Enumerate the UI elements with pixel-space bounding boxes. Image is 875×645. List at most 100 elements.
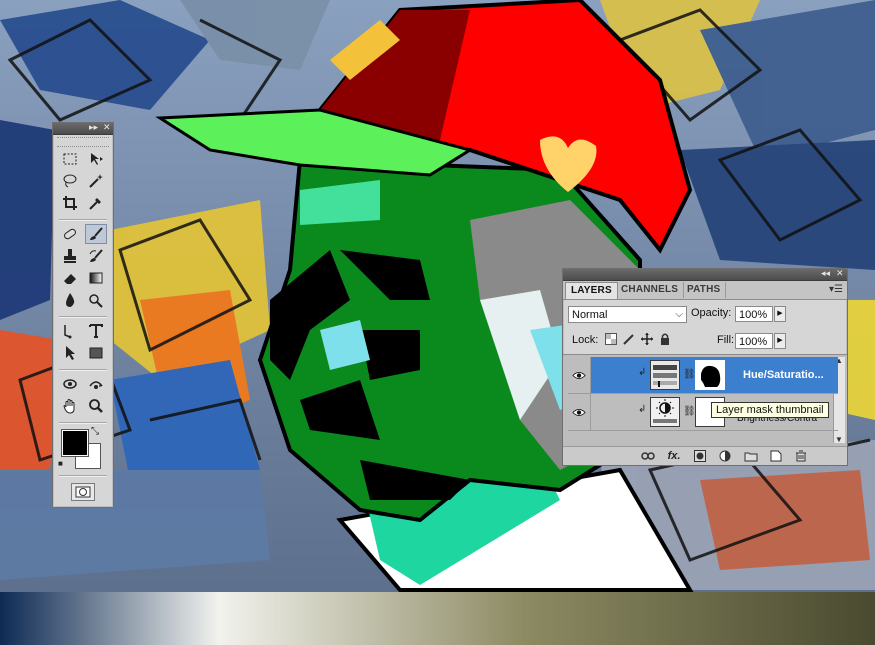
layers-panel-titlebar[interactable]: ◂◂ ✕ [563,269,847,281]
marquee-icon [63,153,77,165]
3d-orbit-tool[interactable] [85,374,107,394]
foreground-color-swatch[interactable] [61,429,89,457]
spot-healing-brush-tool[interactable] [59,224,81,244]
gradient-tool[interactable] [85,268,107,288]
tools-panel-titlebar[interactable]: ▸▸ ✕ [53,123,113,135]
new-group-icon[interactable] [744,449,758,463]
history-brush-icon [89,249,103,262]
move-tool[interactable] [85,149,107,169]
tools-panel: ▸▸ ✕ ⤡ ■ [52,122,114,508]
link-layers-icon[interactable] [641,449,655,463]
quick-mask-button[interactable] [71,483,95,501]
lasso-tool[interactable] [59,171,81,191]
brightness-contrast-icon [653,399,677,423]
panel-tabs: LAYERS CHANNELS PATHS ▾☰ [563,281,847,300]
crop-tool[interactable] [59,193,81,213]
lock-transparent-pixels-icon[interactable] [605,333,617,345]
eraser-tool[interactable] [59,268,81,288]
close-panel-icon[interactable]: ✕ [103,122,111,134]
eyedropper-tool[interactable] [85,193,107,213]
blur-tool[interactable] [59,290,81,310]
hand-icon [63,399,75,414]
opacity-field[interactable]: 100% [735,306,773,322]
3d-orbit-icon [89,381,103,389]
adjustment-thumbnail[interactable] [650,397,680,427]
panel-menu-icon[interactable]: ▾☰ [829,284,843,295]
magic-wand-icon [89,174,103,188]
type-tool[interactable] [85,321,107,341]
swap-colors-icon[interactable]: ⤡ [91,426,99,437]
brush-tool[interactable] [85,224,107,244]
fill-label: Fill: [717,334,735,346]
adjustment-thumbnail[interactable] [650,360,680,390]
rectangular-marquee-tool[interactable] [59,149,81,169]
dodge-tool[interactable] [85,290,107,310]
hand-tool[interactable] [59,396,81,416]
clone-stamp-tool[interactable] [59,246,81,266]
arrow-icon [66,346,75,360]
fill-slider-button[interactable]: ▶ [774,333,786,349]
scroll-down-icon[interactable]: ▼ [835,435,843,444]
add-mask-icon[interactable] [693,449,707,463]
pen-icon [64,325,72,339]
visibility-toggle[interactable] [568,357,591,393]
gradient-icon [89,272,103,284]
type-icon [89,324,103,338]
tooltip: Layer mask thumbnail [711,402,829,418]
tab-paths[interactable]: PATHS [682,282,727,298]
chevron-down-icon: ⌵ [675,309,683,320]
brush-icon [90,227,103,240]
lasso-icon [63,174,77,188]
layer-body[interactable]: ↲ ⛓ Hue/Saturatio... [591,357,838,393]
default-colors-icon[interactable]: ■ [58,459,63,468]
opacity-slider-button[interactable]: ▶ [774,306,786,322]
fx-icon[interactable]: fx. [667,449,681,463]
mask-silhouette-icon [701,365,721,387]
visibility-toggle[interactable] [568,394,591,430]
crop-icon [63,196,77,210]
blend-mode-select[interactable]: Normal ⌵ [568,306,687,323]
stamp-icon [64,249,76,263]
lock-all-icon[interactable] [659,333,671,345]
layer-row-hue-saturation[interactable]: ↲ ⛓ Hue/Saturatio... [568,357,838,394]
eye-icon [572,371,586,379]
bandage-icon [64,228,76,240]
droplet-icon [66,293,75,307]
pen-tool[interactable] [59,321,81,341]
lock-image-pixels-icon[interactable] [623,333,635,345]
mask-link-icon[interactable]: ⛓ [683,369,696,380]
3d-rotate-icon [63,379,77,389]
tool-divider [59,475,107,477]
new-layer-icon[interactable] [769,449,783,463]
tool-divider [59,422,107,424]
dodge-icon [89,294,103,308]
collapse-panel-icon[interactable]: ▸▸ [89,122,98,134]
move-icon [91,153,103,165]
tab-channels[interactable]: CHANNELS [616,282,685,298]
mask-link-icon[interactable]: ⛓ [683,406,696,417]
tab-layers[interactable]: LAYERS [565,282,618,299]
adjustment-layer-icon[interactable] [718,449,732,463]
rectangle-tool[interactable] [85,343,107,363]
eye-icon [572,408,586,416]
layer-name: Hue/Saturatio... [743,369,824,381]
fill-field[interactable]: 100% [735,333,773,349]
magic-wand-tool[interactable] [85,171,107,191]
3d-rotate-tool[interactable] [59,374,81,394]
panel-grip[interactable] [57,137,109,147]
layers-panel: ◂◂ ✕ LAYERS CHANNELS PATHS ▾☰ Normal ⌵ O… [562,268,848,466]
lock-label: Lock: [572,334,599,346]
magnifier-icon [89,399,103,413]
tool-divider [59,219,107,221]
trash-icon[interactable] [794,449,808,463]
layer-mask-thumbnail[interactable] [695,360,725,390]
lock-position-icon[interactable] [641,333,653,345]
path-selection-tool[interactable] [59,343,81,363]
history-brush-tool[interactable] [85,246,107,266]
collapse-panel-icon[interactable]: ◂◂ [821,268,830,280]
clip-arrow-icon: ↲ [638,367,647,378]
layers-panel-footer: fx. [563,446,847,465]
rectangle-icon [89,347,103,359]
zoom-tool[interactable] [85,396,107,416]
close-panel-icon[interactable]: ✕ [836,268,844,280]
